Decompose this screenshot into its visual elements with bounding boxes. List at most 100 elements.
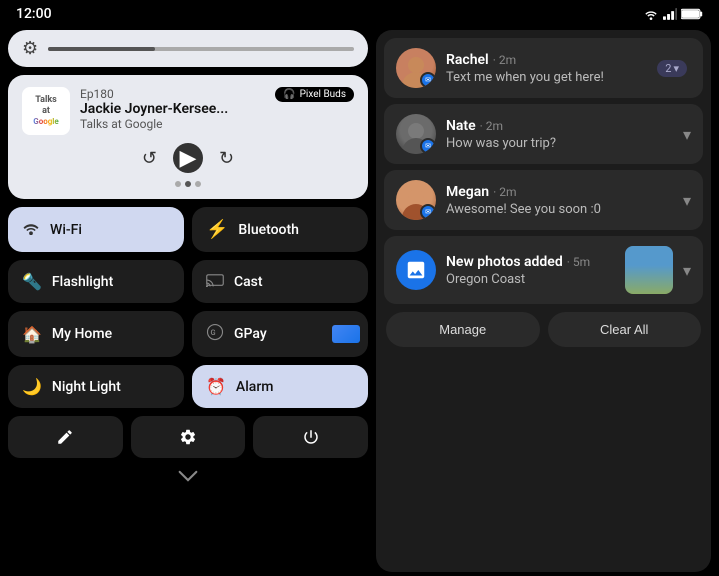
notif-time-nate: · 2m [480,119,503,133]
messages-badge-megan: ✉ [420,204,436,220]
notif-body-photos: New photos added · 5m Oregon Coast [446,254,615,287]
toggle-gpay[interactable]: G GPay [192,311,368,357]
cast-label: Cast [234,274,263,290]
toggle-flashlight[interactable]: 🔦 Flashlight [8,260,184,303]
nightlight-label: Night Light [52,379,121,395]
alarm-label: Alarm [236,379,274,395]
notification-photos[interactable]: New photos added · 5m Oregon Coast ▾ [384,236,703,304]
bluetooth-icon: ⚡ [206,219,228,240]
notif-name-rachel: Rachel [446,52,489,68]
chevron-down-container[interactable] [8,466,368,486]
flashlight-label: Flashlight [52,274,113,290]
rewind-icon[interactable]: ↺ [142,148,157,169]
status-icons [643,7,703,21]
signal-icon [663,7,677,21]
settings-icon [179,428,197,446]
home-icon: 🏠 [22,325,42,344]
notif-time-rachel: · 2m [493,53,516,67]
main-content: ⚙ Talks at Google Ep180 Jackie Joyner-Ke… [0,26,719,576]
nightlight-icon: 🌙 [22,377,42,396]
svg-text:G: G [211,328,216,337]
edit-icon [56,428,74,446]
expand-photos[interactable]: ▾ [683,261,691,280]
dot-3 [195,181,201,187]
status-bar: 12:00 [0,0,719,26]
avatar-megan: ✉ [396,180,436,220]
notification-megan[interactable]: ✉ Megan · 2m Awesome! See you soon :0 ▾ [384,170,703,230]
notif-name-nate: Nate [446,118,476,134]
notification-actions: Manage Clear All [384,312,703,347]
power-button[interactable] [253,416,368,458]
media-episode: Ep180 [80,87,265,101]
brightness-row[interactable]: ⚙ [8,30,368,67]
brightness-fill [48,47,155,51]
wifi-status-icon [643,7,659,21]
notif-header-nate: Nate · 2m [446,118,673,134]
notification-rachel[interactable]: ✉ Rachel · 2m Text me when you get here!… [384,38,703,98]
play-icon[interactable]: ▶ [173,143,203,173]
media-dots [22,181,354,187]
forward-icon[interactable]: ↻ [219,148,234,169]
power-icon [302,428,320,446]
notif-header-megan: Megan · 2m [446,184,673,200]
notification-nate[interactable]: ✉ Nate · 2m How was your trip? ▾ [384,104,703,164]
dot-2 [185,181,191,187]
avatar-photos [396,250,436,290]
media-badge: 🎧 Pixel Buds [275,87,354,102]
brightness-icon: ⚙ [22,38,38,59]
notif-header-photos: New photos added · 5m [446,254,615,270]
toggle-grid: Wi-Fi ⚡ Bluetooth 🔦 Flashlight [8,207,368,408]
notif-text-rachel: Text me when you get here! [446,70,647,85]
chevron-down-icon-small: ▾ [673,62,679,75]
media-top: Talks at Google Ep180 Jackie Joyner-Kers… [22,87,354,135]
notif-body-nate: Nate · 2m How was your trip? [446,118,673,151]
right-panel: ✉ Rachel · 2m Text me when you get here!… [376,30,711,572]
manage-button[interactable]: Manage [386,312,540,347]
gpay-card-icon [332,325,360,343]
media-source: Talks at Google [80,117,265,131]
wifi-icon [22,220,40,239]
media-info: Ep180 Jackie Joyner-Kersee... Talks at G… [80,87,265,131]
toggle-wifi[interactable]: Wi-Fi [8,207,184,252]
expand-megan[interactable]: ▾ [683,191,691,210]
avatar-rachel: ✉ [396,48,436,88]
notif-text-nate: How was your trip? [446,136,673,151]
headphone-icon: 🎧 [283,89,295,100]
gpay-icon: G [206,323,224,345]
toggle-myhome[interactable]: 🏠 My Home [8,311,184,357]
media-logo: Talks at Google [22,87,70,135]
notif-text-megan: Awesome! See you soon :0 [446,202,673,217]
media-card: Talks at Google Ep180 Jackie Joyner-Kers… [8,75,368,199]
bluetooth-label: Bluetooth [238,222,299,238]
toggle-cast[interactable]: Cast [192,260,368,303]
notif-time-photos: · 5m [567,255,590,269]
bottom-icons-row [8,416,368,458]
rachel-count-badge: 2 ▾ [657,60,687,77]
messages-badge-nate: ✉ [420,138,436,154]
photo-thumbnail [625,246,673,294]
expand-nate[interactable]: ▾ [683,125,691,144]
toggle-nightlight[interactable]: 🌙 Night Light [8,365,184,408]
flashlight-icon: 🔦 [22,272,42,291]
left-panel: ⚙ Talks at Google Ep180 Jackie Joyner-Ke… [8,30,368,572]
notif-name-photos: New photos added [446,254,563,270]
toggle-alarm[interactable]: ⏰ Alarm [192,365,368,408]
notif-time-megan: · 2m [493,185,516,199]
battery-icon [681,8,703,20]
oregon-coast-image [625,246,673,294]
edit-button[interactable] [8,416,123,458]
cast-icon [206,272,224,291]
settings-button[interactable] [131,416,246,458]
clear-all-button[interactable]: Clear All [548,312,702,347]
avatar-nate: ✉ [396,114,436,154]
dot-1 [175,181,181,187]
chevron-down-icon [178,470,198,482]
brightness-slider[interactable] [48,47,354,51]
messages-badge-rachel: ✉ [420,72,436,88]
media-title: Jackie Joyner-Kersee... [80,101,265,117]
toggle-bluetooth[interactable]: ⚡ Bluetooth [192,207,368,252]
notif-header-rachel: Rachel · 2m [446,52,647,68]
media-controls: ↺ ▶ ↻ [22,143,354,173]
notif-body-megan: Megan · 2m Awesome! See you soon :0 [446,184,673,217]
myhome-label: My Home [52,326,112,342]
